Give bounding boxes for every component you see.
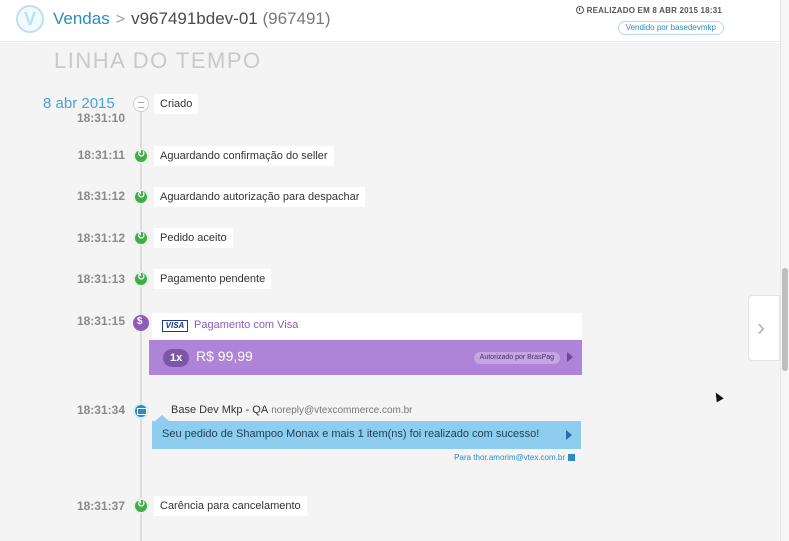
vtex-logo-icon[interactable]: V — [16, 5, 44, 33]
section-title: LINHA DO TEMPO — [54, 48, 262, 73]
refresh-icon — [133, 230, 149, 246]
timeline-date: 8 abr 2015 — [43, 95, 115, 112]
header-bar: V Vendas > v967491bdev-01 (967491) REALIZA… — [0, 0, 780, 42]
refresh-icon — [133, 189, 149, 205]
caret-right-icon[interactable] — [567, 352, 573, 362]
event-time: 18:31:12 — [76, 189, 125, 203]
document-icon — [133, 96, 149, 112]
email-sender-address: noreply@vtexcommerce.com.br — [271, 405, 413, 416]
email-recipient-link[interactable]: Para thor.amorim@vtex.com.br — [454, 453, 575, 462]
event-label: Aguardando confirmação do seller — [154, 146, 334, 166]
breadcrumb-app-link[interactable]: Vendas — [53, 9, 110, 28]
event-label: Aguardando autorização para despachar — [154, 187, 366, 207]
event-label: Carência para cancelamento — [154, 496, 307, 516]
payment-title: Pagamento com Visa — [194, 319, 299, 331]
authorization-badge: Autorizado por BrasPag — [473, 352, 560, 364]
chevron-right-icon: › — [757, 314, 765, 341]
event-time: 18:31:12 — [76, 231, 125, 245]
seller-pill[interactable]: Vendido por basedevmkp — [617, 21, 724, 35]
email-sender: Base Dev Mkp - QA noreply@vtexcommerce.co… — [171, 404, 413, 416]
payment-amount: R$ 99,99 — [196, 348, 253, 364]
event-label: Pedido aceito — [154, 228, 233, 248]
refresh-icon — [133, 498, 149, 514]
payment-card-header: VISA Pagamento com Visa — [152, 313, 582, 339]
scrollbar-thumb[interactable] — [782, 268, 788, 371]
event-label: Pagamento pendente — [154, 269, 272, 289]
caret-right-icon[interactable] — [566, 430, 572, 440]
refresh-icon — [133, 271, 149, 287]
order-realized-date: REALIZADO EM 8 ABR 2015 18:31 — [575, 6, 722, 15]
envelope-icon — [133, 403, 149, 419]
event-time: 18:31:13 — [76, 272, 125, 286]
email-message-bubble[interactable]: Seu pedido de Shampoo Monax e mais 1 ite… — [152, 421, 581, 449]
event-label: Criado — [154, 94, 199, 114]
next-panel-button[interactable]: › — [748, 295, 780, 361]
timeline-section: LINHA DO TEMPO 8 abr 2015 18:31:10 Criad… — [0, 43, 780, 541]
chevron-right-icon: > — [115, 11, 126, 28]
event-time: 18:31:34 — [76, 403, 125, 417]
event-time: 18:31:15 — [76, 314, 125, 328]
refresh-icon — [133, 148, 149, 164]
order-code: (967491) — [262, 9, 331, 28]
visa-card-icon: VISA — [162, 320, 188, 332]
installments-badge: 1x — [163, 349, 190, 367]
event-time: 18:31:10 — [76, 111, 125, 125]
order-id: v967491bdev-01 — [131, 9, 258, 28]
event-time: 18:31:37 — [76, 499, 125, 513]
email-message: Seu pedido de Shampoo Monax e mais 1 ite… — [162, 428, 540, 440]
external-link-icon — [568, 454, 575, 461]
breadcrumb: Vendas > v967491bdev-01 (967491) — [53, 9, 331, 29]
event-time: 18:31:11 — [77, 148, 125, 162]
dollar-icon — [133, 315, 149, 331]
payment-details-bar[interactable]: 1x R$ 99,99 Autorizado por BrasPag — [149, 340, 582, 375]
clock-icon — [575, 6, 584, 14]
